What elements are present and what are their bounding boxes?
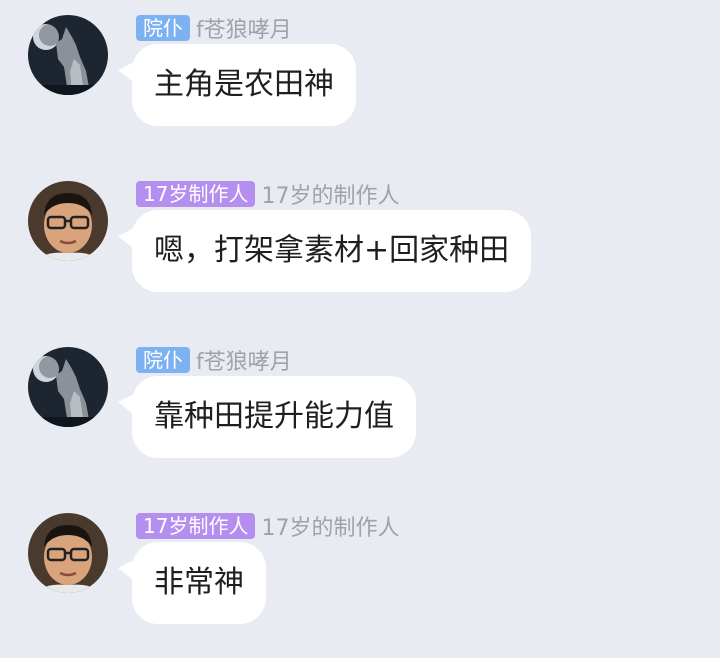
wolf-avatar-icon[interactable] [28,347,108,427]
wolf-avatar-icon[interactable] [28,15,108,95]
chat-message: 院仆 f苍狼哮月 靠种田提升能力值 [0,332,720,492]
chat-message: 院仆 f苍狼哮月 主角是农田神 [0,0,720,160]
message-bubble[interactable]: 非常神 [132,542,266,624]
role-badge: 院仆 [136,347,190,373]
sender-name[interactable]: f苍狼哮月 [196,344,292,376]
sender-name[interactable]: 17岁的制作人 [261,178,399,210]
sender-name[interactable]: 17岁的制作人 [261,510,399,542]
role-badge: 17岁制作人 [136,513,256,539]
message-bubble[interactable]: 主角是农田神 [132,44,356,126]
sender-info: 院仆 f苍狼哮月 [136,344,292,376]
person-avatar-icon[interactable] [28,181,108,261]
message-bubble[interactable]: 嗯，打架拿素材+回家种田 [132,210,532,292]
sender-name[interactable]: f苍狼哮月 [196,12,292,44]
person-avatar-icon[interactable] [28,513,108,593]
role-badge: 院仆 [136,15,190,41]
role-badge: 17岁制作人 [136,181,256,207]
sender-info: 院仆 f苍狼哮月 [136,12,292,44]
sender-info: 17岁制作人 17岁的制作人 [136,510,399,542]
message-bubble[interactable]: 靠种田提升能力值 [132,376,416,458]
sender-info: 17岁制作人 17岁的制作人 [136,178,399,210]
chat-message: 17岁制作人 17岁的制作人 嗯，打架拿素材+回家种田 [0,166,720,326]
chat-message: 17岁制作人 17岁的制作人 非常神 [0,498,720,658]
